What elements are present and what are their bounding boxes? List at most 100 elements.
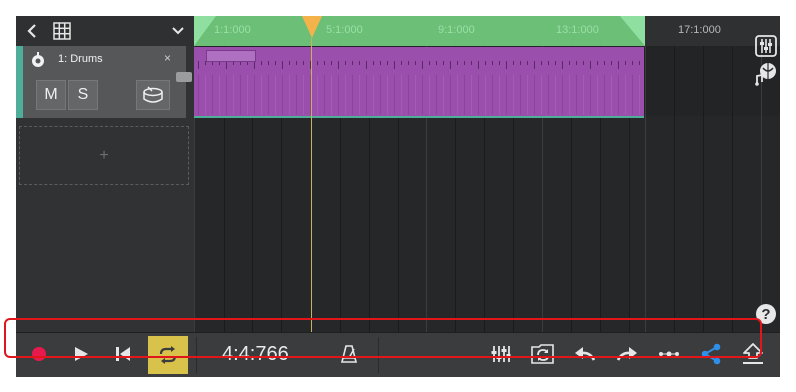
clip-note	[597, 75, 598, 115]
track-volume-handle[interactable]	[176, 72, 192, 82]
clip-note	[527, 61, 528, 65]
loop-end-handle[interactable]	[620, 16, 645, 46]
clip-note	[464, 61, 465, 65]
clip-note	[387, 75, 388, 115]
clip-note	[338, 75, 339, 115]
clip-note	[366, 61, 367, 69]
play-button[interactable]	[64, 339, 98, 369]
clip-note	[590, 61, 591, 69]
clip-note	[604, 61, 605, 65]
metronome-button[interactable]	[332, 339, 366, 369]
clip-note	[611, 61, 612, 65]
mute-button[interactable]: M	[36, 80, 66, 110]
clip-note	[352, 75, 353, 115]
export-button[interactable]	[736, 339, 770, 369]
track-name[interactable]: 1: Drums	[58, 53, 103, 65]
loop-start-handle[interactable]	[194, 16, 216, 46]
clip-note	[618, 61, 619, 69]
clip-note	[219, 75, 220, 115]
clip-note	[492, 61, 493, 65]
clip-note	[198, 75, 199, 115]
track-header[interactable]: 1: Drums × M S	[16, 46, 186, 118]
help-button[interactable]: ?	[756, 304, 776, 324]
clip-note	[373, 75, 374, 115]
solo-button[interactable]: S	[68, 80, 98, 110]
clip-note	[457, 75, 458, 115]
chevron-down-icon	[172, 27, 184, 35]
clip-note	[408, 61, 409, 65]
instrument-button[interactable]	[136, 80, 170, 110]
instrument-icon	[32, 52, 44, 67]
redo-button[interactable]	[610, 339, 644, 369]
clip-note	[555, 61, 556, 65]
clip-note	[478, 61, 479, 69]
clip-note	[541, 75, 542, 115]
mixer-button[interactable]	[754, 34, 778, 58]
playhead-marker[interactable]	[302, 16, 322, 38]
clip-note	[611, 75, 612, 115]
sync-icon	[531, 344, 554, 364]
clip-note	[464, 75, 465, 115]
clip-note	[240, 75, 241, 115]
share-button[interactable]	[694, 339, 728, 369]
close-track-button[interactable]: ×	[164, 51, 171, 65]
clip-note	[352, 61, 353, 65]
clip-note	[555, 75, 556, 115]
undo-button[interactable]	[568, 339, 602, 369]
clip-note	[338, 61, 339, 69]
clip-note	[471, 61, 472, 65]
ruler-label: 1:1:000	[214, 24, 251, 36]
clip-note	[534, 75, 535, 115]
clip-note	[275, 61, 276, 65]
grid-view-button[interactable]	[50, 20, 74, 42]
clip-note	[324, 61, 325, 65]
clip-note	[534, 61, 535, 69]
clip-note	[268, 75, 269, 115]
more-options-button[interactable]	[652, 339, 686, 369]
instrument-browser-button[interactable]	[754, 62, 778, 86]
clip-note	[261, 75, 262, 115]
clip-note	[401, 75, 402, 115]
rewind-button[interactable]	[106, 339, 140, 369]
clip-note	[443, 61, 444, 65]
record-button[interactable]	[22, 339, 56, 369]
clip-note	[296, 61, 297, 65]
clip-note	[583, 75, 584, 115]
clip-note	[513, 75, 514, 115]
clip-note	[562, 61, 563, 69]
share-icon	[701, 343, 721, 365]
clip-name-box	[206, 50, 256, 62]
clip-note	[548, 75, 549, 115]
clip-note	[275, 75, 276, 115]
track-menu-dropdown[interactable]	[168, 20, 188, 42]
grid-line	[645, 46, 646, 332]
chevron-left-icon	[27, 24, 36, 38]
add-track-button[interactable]: +	[19, 126, 189, 185]
clip-note	[569, 61, 570, 65]
clip-note	[380, 75, 381, 115]
drum-clip[interactable]	[194, 47, 644, 118]
clip-note	[506, 61, 507, 69]
clip-note	[527, 75, 528, 115]
clip-note	[485, 61, 486, 65]
clip-note	[422, 75, 423, 115]
grid-line	[674, 46, 675, 332]
timeline[interactable]: 1:1:000 5:1:000 9:1:000 13:1:000 17:1:00…	[194, 16, 780, 332]
sync-button[interactable]	[526, 339, 560, 369]
ruler-label: 13:1:000	[556, 24, 599, 36]
clip-note	[401, 61, 402, 65]
skip-to-start-icon	[116, 347, 130, 361]
clip-note	[394, 61, 395, 69]
metronome-icon	[340, 345, 358, 363]
mixer-icon	[755, 35, 777, 57]
back-button[interactable]	[22, 20, 42, 42]
mixer-transport-button[interactable]	[484, 339, 518, 369]
timeline-ruler[interactable]: 1:1:000 5:1:000 9:1:000 13:1:000 17:1:00…	[194, 16, 780, 46]
ruler-label: 9:1:000	[438, 24, 475, 36]
clip-note	[604, 75, 605, 115]
mixer-icon	[491, 346, 511, 362]
loop-button[interactable]	[148, 336, 188, 374]
separator	[378, 337, 379, 373]
time-display[interactable]: 4:4:766	[222, 343, 289, 366]
grid-line	[732, 46, 733, 332]
